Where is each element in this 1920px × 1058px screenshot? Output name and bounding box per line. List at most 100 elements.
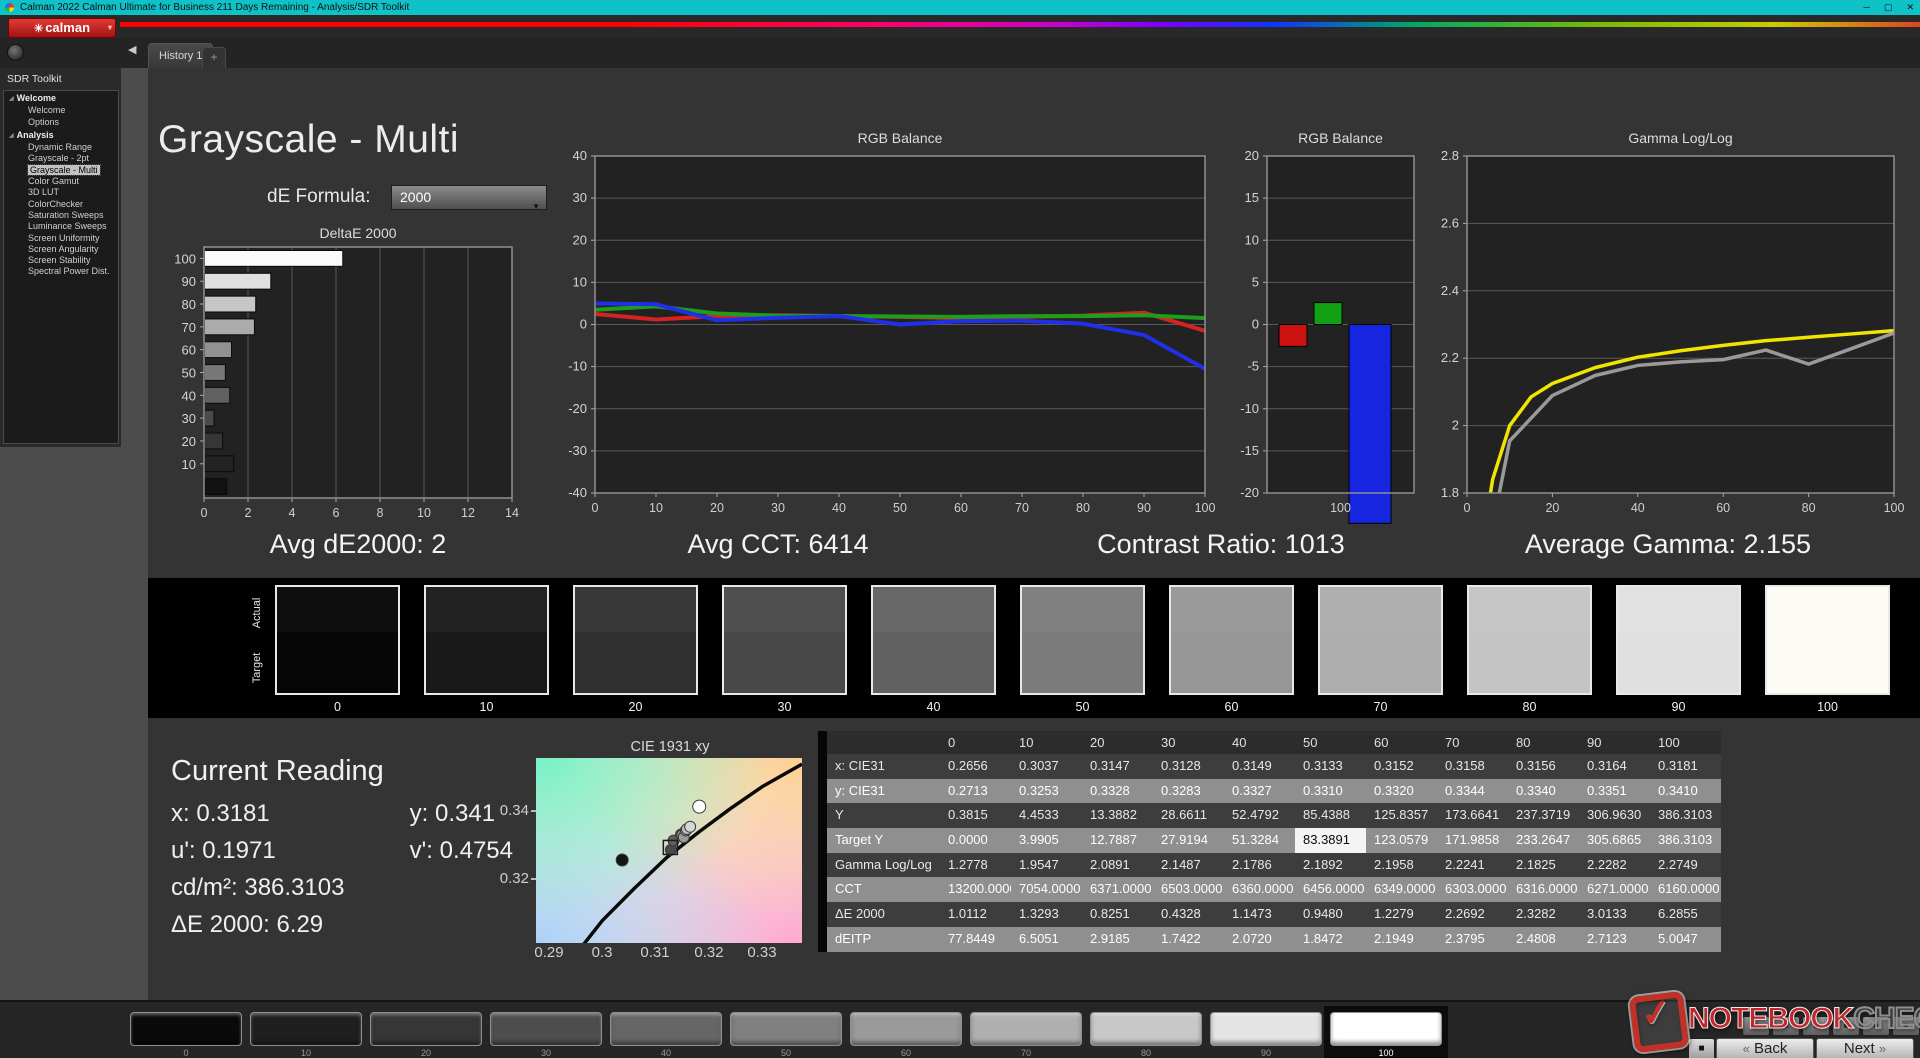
sidebar-item-3d-lut[interactable]: 3D LUT [4, 187, 118, 198]
svg-text:0: 0 [592, 501, 599, 515]
reading-xy: x: 0.3181 y: 0.341 [171, 800, 496, 827]
sidebar-item-welcome[interactable]: Welcome [4, 105, 118, 116]
maximize-icon[interactable]: ▢ [1884, 0, 1893, 15]
table-cell: 85.4388 [1303, 807, 1350, 823]
close-icon[interactable]: ✕ [1906, 0, 1914, 15]
transport-button[interactable]: ■ [1802, 1016, 1830, 1036]
level-patch-30[interactable] [490, 1012, 602, 1046]
app-icon [5, 3, 14, 12]
sidebar-item-options[interactable]: Options [4, 117, 118, 128]
sidebar-item-saturation-sweeps[interactable]: Saturation Sweeps [4, 210, 118, 221]
level-patch-80[interactable] [1090, 1012, 1202, 1046]
sidebar-item-luminance-sweeps[interactable]: Luminance Sweeps [4, 221, 118, 232]
reading-uv: u': 0.1971 v': 0.4754 [171, 837, 513, 864]
transport-button[interactable]: ■ [1742, 1016, 1770, 1036]
sidebar-item-welcome[interactable]: ◢ Welcome [4, 93, 118, 105]
level-patch-label: 20 [420, 1048, 431, 1058]
sidebar-item-screen-uniformity[interactable]: Screen Uniformity [4, 233, 118, 244]
svg-text:DeltaE 2000: DeltaE 2000 [319, 225, 396, 241]
svg-text:14: 14 [505, 506, 519, 520]
table-cell: 6316.0000 [1516, 881, 1578, 897]
table-cell: 0.3283 [1161, 782, 1201, 798]
level-patch-10[interactable] [250, 1012, 362, 1046]
sidebar-item-dynamic-range[interactable]: Dynamic Range [4, 142, 118, 153]
table-cell: 0.3147 [1090, 758, 1130, 773]
table-cell: 1.3293 [1019, 906, 1059, 922]
table-cell: 2.2282 [1587, 856, 1627, 872]
sidebar-item-screen-stability[interactable]: Screen Stability [4, 255, 118, 266]
sidebar-item-screen-angularity[interactable]: Screen Angularity [4, 244, 118, 255]
svg-text:5: 5 [1252, 274, 1259, 289]
stop-button[interactable]: ■ [1688, 1038, 1715, 1058]
level-patch-90[interactable] [1210, 1012, 1322, 1046]
expander-icon[interactable]: ◢ [9, 96, 14, 102]
table-cell: 233.2647 [1516, 832, 1571, 848]
next-button[interactable]: Next » [1816, 1038, 1914, 1058]
table-cell: 0.3351 [1587, 782, 1627, 798]
svg-text:2.8: 2.8 [1441, 148, 1459, 163]
svg-text:8: 8 [377, 506, 384, 520]
svg-text:20: 20 [1545, 501, 1559, 515]
svg-text:20: 20 [182, 434, 196, 449]
svg-text:30: 30 [771, 501, 785, 515]
level-patch-70[interactable] [970, 1012, 1082, 1046]
table-cell: 83.3891 [1295, 828, 1366, 853]
level-patch-40[interactable] [610, 1012, 722, 1046]
transport-button[interactable]: ■ [1862, 1016, 1890, 1036]
table-cell: 1.1473 [1232, 906, 1272, 922]
transport-button[interactable]: ■ [1832, 1016, 1860, 1036]
transport-button[interactable]: ■ [1892, 1016, 1920, 1036]
level-patch-label: 40 [660, 1048, 671, 1058]
back-button[interactable]: « Back [1716, 1038, 1814, 1058]
minimize-icon[interactable]: ─ [1864, 0, 1870, 15]
transport-button[interactable]: ■ [1772, 1016, 1800, 1036]
level-patch-100[interactable] [1330, 1012, 1442, 1046]
sidebar-item-spectral-power-dist[interactable]: Spectral Power Dist. [4, 266, 118, 277]
table-cell: 3.9905 [1019, 832, 1059, 848]
table-column-header: 60 [1374, 735, 1389, 750]
current-reading-title: Current Reading [171, 755, 384, 787]
table-cell: 2.3795 [1445, 930, 1485, 946]
svg-text:10: 10 [649, 501, 663, 515]
svg-text:40: 40 [573, 148, 587, 163]
svg-text:2.4: 2.4 [1441, 283, 1459, 298]
svg-text:90: 90 [1137, 501, 1151, 515]
level-patch-60[interactable] [850, 1012, 962, 1046]
de-formula-select[interactable]: 2000 ▼ [391, 185, 547, 211]
table-cell: 0.2656 [948, 758, 988, 773]
expander-icon[interactable]: ◢ [9, 133, 14, 139]
svg-text:100: 100 [1330, 501, 1351, 515]
sidebar-item-colorchecker[interactable]: ColorChecker [4, 199, 118, 210]
svg-text:-20: -20 [1240, 485, 1259, 500]
level-patch-label: 80 [1140, 1048, 1151, 1058]
collapse-panel-icon[interactable]: ◀ [128, 43, 136, 56]
sidebar-item-grayscale-2pt[interactable]: Grayscale - 2pt [4, 153, 118, 164]
svg-text:60: 60 [1716, 501, 1730, 515]
table-cell: 1.0112 [948, 906, 987, 922]
new-tab-button[interactable]: + [202, 47, 226, 68]
sidebar-item-analysis[interactable]: ◢ Analysis [4, 130, 118, 142]
svg-text:80: 80 [182, 297, 196, 312]
table-cell: 0.8251 [1090, 906, 1130, 922]
record-toggle-button[interactable] [7, 44, 24, 61]
grayscale-swatch-90 [1616, 585, 1741, 695]
table-cell: 0.3037 [1019, 758, 1059, 773]
svg-text:-15: -15 [1240, 443, 1259, 458]
sidebar-item-grayscale-multi[interactable]: Grayscale - Multi [4, 163, 118, 176]
svg-text:80: 80 [1802, 501, 1816, 515]
level-patch-50[interactable] [730, 1012, 842, 1046]
sidebar-item-color-gamut[interactable]: Color Gamut [4, 176, 118, 187]
de-formula-label: dE Formula: [267, 186, 371, 207]
table-cell: 6503.0000 [1161, 881, 1223, 897]
table-cell: 5.0047 [1658, 930, 1698, 946]
level-patch-label: 70 [1020, 1048, 1031, 1058]
calman-menu-button[interactable]: ✳ calman ▾ [8, 18, 116, 38]
level-patch-20[interactable] [370, 1012, 482, 1046]
grayscale-swatch-100 [1765, 585, 1890, 695]
svg-text:0: 0 [201, 506, 208, 520]
table-cell: 0.3320 [1374, 782, 1414, 798]
svg-text:20: 20 [710, 501, 724, 515]
contrast-ratio-summary: Contrast Ratio: 1013 [1097, 529, 1345, 559]
table-cell: 306.9630 [1587, 807, 1642, 823]
level-patch-0[interactable] [130, 1012, 242, 1046]
